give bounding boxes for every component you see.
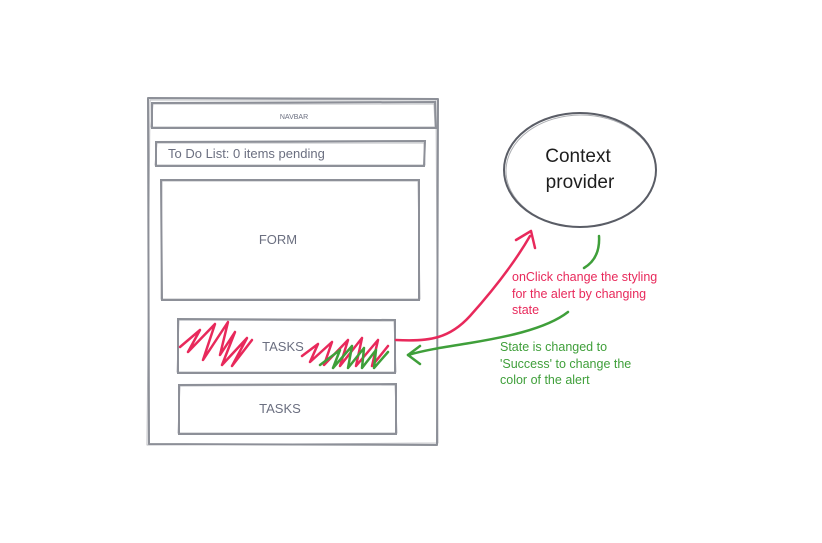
header-text: To Do List: 0 items pending: [168, 146, 325, 161]
green-arrow-head-icon: [406, 344, 422, 366]
pink-note-line-2: for the alert by changing: [512, 287, 646, 301]
tasks-top-label: TASKS: [262, 339, 304, 354]
green-note-line-3: color of the alert: [500, 373, 590, 387]
green-arrow-line: [582, 234, 601, 270]
context-provider-line1: Context: [545, 146, 611, 167]
green-note-line-1: State is changed to: [500, 340, 607, 354]
context-provider-bubble: [503, 112, 657, 228]
pink-note-line-1: onClick change the styling: [512, 270, 657, 284]
context-provider-line2: provider: [546, 172, 615, 193]
pink-scribble-left: [178, 320, 254, 368]
pink-arrow-line: [394, 234, 532, 342]
navbar-label: NAVBAR: [280, 114, 308, 121]
green-note-line-2: 'Success' to change the: [500, 357, 631, 371]
form-label: FORM: [259, 232, 297, 247]
pink-note-line-3: state: [512, 303, 539, 317]
tasks-bottom-label: TASKS: [259, 401, 301, 416]
wireframe-diagram: NAVBAR To Do List: 0 items pending FORM …: [146, 97, 657, 446]
